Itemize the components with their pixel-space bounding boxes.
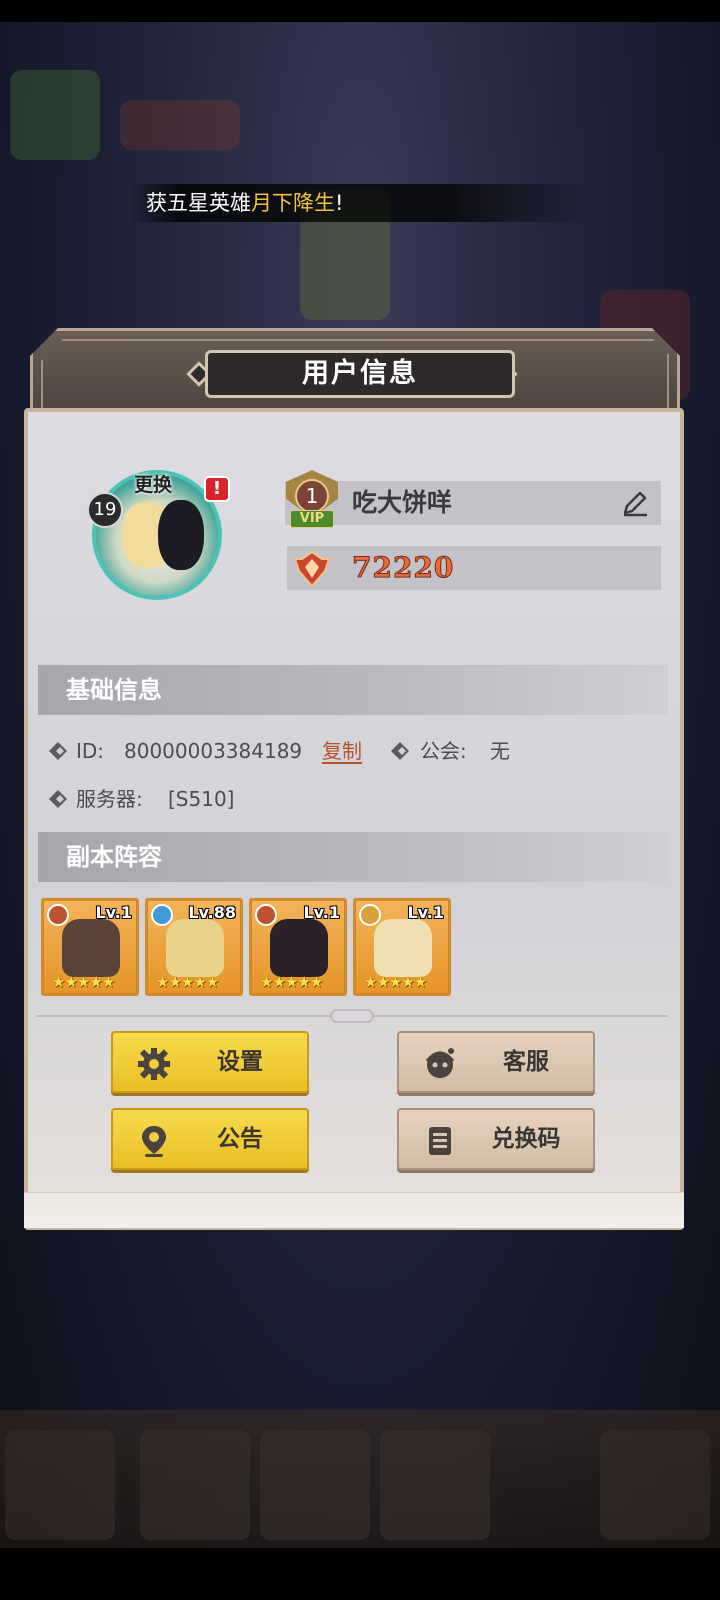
dock-slot xyxy=(260,1430,370,1540)
hero-level: Lv.1 xyxy=(303,903,340,922)
username: 吃大饼咩 xyxy=(352,488,453,517)
divider-ornament xyxy=(330,1009,374,1023)
hero-stars: ★★★★★ xyxy=(260,973,323,991)
bullet-diamond-icon xyxy=(49,790,67,808)
section-basic-info-title: 基础信息 xyxy=(66,676,162,704)
guild-value: 无 xyxy=(490,739,510,763)
bottom-dock xyxy=(0,1410,720,1548)
dock-slot xyxy=(380,1430,490,1540)
section-dungeon-lineup-title: 副本阵容 xyxy=(66,843,162,871)
hero-card[interactable]: Lv.1 ★★★★★ xyxy=(353,898,451,996)
announcement-toast: 获五星英雄月下降生! xyxy=(130,184,590,222)
element-icon xyxy=(359,904,381,926)
redeem-code-button[interactable]: 兑换码 xyxy=(397,1108,595,1170)
change-avatar-label[interactable]: 更换 xyxy=(134,470,172,497)
dock-slot xyxy=(600,1430,710,1540)
server-label: 服务器: xyxy=(76,787,143,811)
dock-slot xyxy=(5,1430,115,1540)
hero-portrait xyxy=(374,919,432,977)
dialog-footer-strip xyxy=(24,1192,684,1228)
location-pin-icon xyxy=(142,1126,166,1157)
hero-stars: ★★★★★ xyxy=(156,973,219,991)
dialog-title: 用户信息 xyxy=(205,350,515,398)
edit-name-icon[interactable] xyxy=(620,488,650,518)
vip-level: 1 xyxy=(295,479,329,513)
hero-portrait xyxy=(62,919,120,977)
notice-button-label: 公告 xyxy=(217,1126,263,1152)
hero-level: Lv.1 xyxy=(95,903,132,922)
element-icon xyxy=(151,904,173,926)
server-value: [S510] xyxy=(168,787,235,811)
alert-icon: ! xyxy=(204,476,230,502)
customer-service-button-label: 客服 xyxy=(503,1049,549,1075)
hero-card[interactable]: Lv.1 ★★★★★ xyxy=(41,898,139,996)
headset-icon xyxy=(425,1048,455,1078)
vip-tag: VIP xyxy=(290,510,334,528)
settings-button[interactable]: 设置 xyxy=(111,1031,309,1093)
redeem-code-button-label: 兑换码 xyxy=(491,1126,561,1152)
hero-card[interactable]: Lv.1 ★★★★★ xyxy=(249,898,347,996)
dock-slot xyxy=(140,1430,250,1540)
copy-id-link[interactable]: 复制 xyxy=(322,736,362,766)
hero-portrait xyxy=(166,919,224,977)
bullet-diamond-icon xyxy=(49,742,67,760)
settings-button-label: 设置 xyxy=(217,1049,263,1075)
bg-decoration xyxy=(120,100,240,150)
id-label: ID: xyxy=(76,739,105,763)
status-bar xyxy=(0,0,720,22)
player-level-badge: 19 xyxy=(87,492,123,528)
id-value: 80000003384189 xyxy=(124,739,303,763)
gear-icon xyxy=(138,1048,170,1080)
combat-power-row xyxy=(287,546,661,590)
guild-label: 公会: xyxy=(420,739,467,763)
toast-suffix: ! xyxy=(335,191,344,215)
element-icon xyxy=(47,904,69,926)
navigation-bar xyxy=(0,1548,720,1600)
notice-button[interactable]: 公告 xyxy=(111,1108,309,1170)
hero-portrait xyxy=(270,919,328,977)
hero-stars: ★★★★★ xyxy=(52,973,115,991)
toast-prefix: 获五星英雄 xyxy=(146,191,251,215)
hero-card[interactable]: Lv.88 ★★★★★ xyxy=(145,898,243,996)
hero-stars: ★★★★★ xyxy=(364,973,427,991)
vip-badge: 1 VIP xyxy=(282,470,342,532)
hero-level: Lv.88 xyxy=(188,903,236,922)
section-basic-info: 基础信息 xyxy=(38,665,668,715)
document-icon xyxy=(429,1127,451,1155)
toast-hero-name: 月下降生 xyxy=(251,191,335,215)
combat-power-value: 72220 xyxy=(351,551,455,585)
section-dungeon-lineup: 副本阵容 xyxy=(38,832,668,882)
bg-decoration xyxy=(10,70,100,160)
combat-power-icon xyxy=(293,550,331,588)
customer-service-button[interactable]: 客服 xyxy=(397,1031,595,1093)
hero-level: Lv.1 xyxy=(407,903,444,922)
bullet-diamond-icon xyxy=(391,742,409,760)
element-icon xyxy=(255,904,277,926)
